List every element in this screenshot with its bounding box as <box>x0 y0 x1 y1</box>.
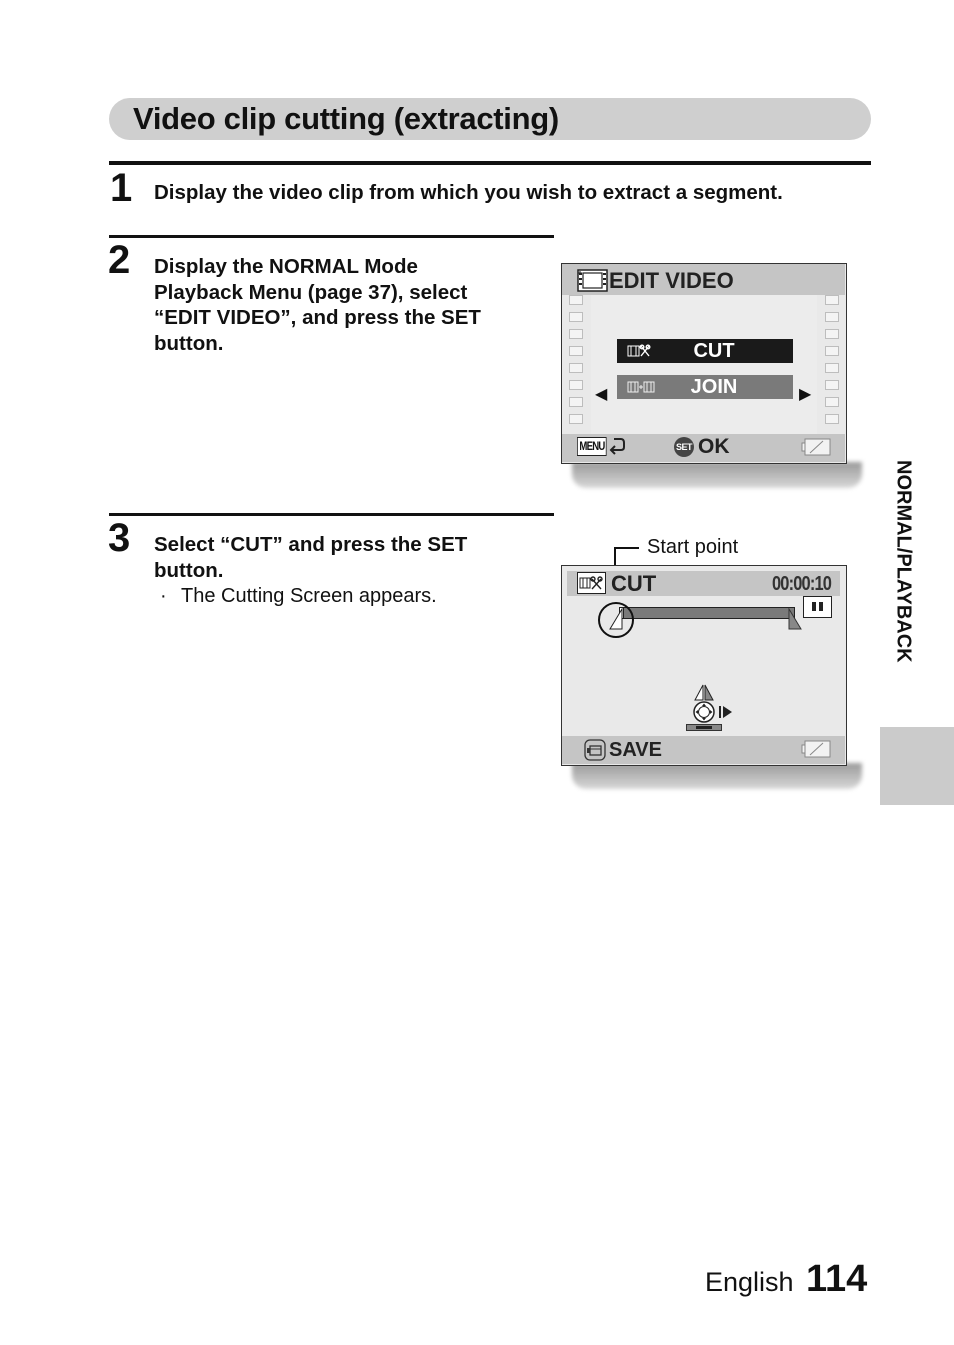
start-point-callout: Start point <box>647 536 739 558</box>
page-title: Video clip cutting (extracting) <box>133 101 559 136</box>
film-hole <box>825 295 839 305</box>
progress-indicator-fill <box>696 726 712 729</box>
step-2-number: 2 <box>108 238 131 282</box>
step-3-number: 3 <box>108 516 131 560</box>
step-2-line: Playback Menu (page 37), select <box>154 280 468 304</box>
film-hole <box>825 414 839 424</box>
film-hole <box>825 329 839 339</box>
language-label: English <box>705 1267 794 1297</box>
end-point-icon[interactable] <box>785 607 803 633</box>
step-1-number: 1 <box>110 166 133 210</box>
step-3-text: Select “CUT” and press the SET button. <box>154 532 467 583</box>
pause-icon <box>812 602 816 611</box>
menu-item-join[interactable]: JOIN <box>617 375 793 399</box>
start-point-highlight-circle <box>598 602 634 638</box>
cut-screen: CUT 00:00:10 SAVE <box>561 565 847 766</box>
film-hole <box>825 380 839 390</box>
return-arrow-icon <box>609 438 625 455</box>
film-hole <box>825 363 839 373</box>
ok-label: OK <box>698 435 730 458</box>
step-1-text: Display the video clip from which you wi… <box>154 181 783 204</box>
menu-item-label: JOIN <box>690 376 738 398</box>
step-2-line: Display the NORMAL Mode <box>154 255 418 278</box>
film-hole <box>569 397 583 407</box>
step-2-divider <box>109 235 554 238</box>
film-strip-right <box>825 293 841 435</box>
bullet-text: The Cutting Screen appears. <box>181 585 437 607</box>
menu-area <box>591 295 817 435</box>
film-edit-icon <box>577 269 608 292</box>
step-3-bullet: · The Cutting Screen appears. <box>160 584 437 609</box>
step-2-text: Display the NORMAL Mode Playback Menu (p… <box>154 254 481 356</box>
screen-shadow <box>572 462 862 488</box>
section-tab-label: NORMAL/PLAYBACK <box>878 460 928 720</box>
screen-title: EDIT VIDEO <box>609 268 734 293</box>
step-3-line: button. <box>154 558 224 582</box>
step-3-divider <box>109 513 554 516</box>
film-hole <box>825 397 839 407</box>
pause-icon-bar <box>819 602 823 611</box>
save-icon[interactable] <box>584 739 606 761</box>
screen-shadow <box>572 763 862 789</box>
bullet-dot: · <box>160 585 167 607</box>
film-hole <box>825 312 839 322</box>
edit-video-screen: EDIT VIDEO CUT JOIN ◀ ▶ MENU SET OK <box>561 263 847 464</box>
menu-button-icon[interactable]: MENU <box>577 437 607 456</box>
progress-indicator <box>686 724 722 731</box>
film-strip-left <box>569 293 585 435</box>
film-hole <box>569 380 583 390</box>
save-label: SAVE <box>609 739 662 761</box>
step-2-line: “EDIT VIDEO”, and press the SET <box>154 306 481 329</box>
frame-advance-icon <box>719 706 732 718</box>
section-tab <box>880 727 954 805</box>
set-button-icon[interactable]: SET <box>674 437 694 457</box>
timeline-bar[interactable] <box>619 607 795 619</box>
film-hole <box>569 414 583 424</box>
film-hole <box>569 363 583 373</box>
film-hole <box>569 295 583 305</box>
step-3-line: Select “CUT” and press the SET <box>154 533 468 556</box>
right-arrow-icon[interactable]: ▶ <box>799 387 811 403</box>
film-hole <box>569 329 583 339</box>
battery-icon <box>801 438 831 456</box>
section-tab-text: NORMAL/PLAYBACK <box>892 460 915 663</box>
timecode: 00:00:10 <box>772 573 832 595</box>
battery-icon <box>801 740 831 758</box>
menu-item-cut[interactable]: CUT <box>617 339 793 363</box>
dpad-icon[interactable] <box>692 701 716 723</box>
step-1-divider <box>109 161 871 165</box>
step-2-line: button. <box>154 331 224 355</box>
pause-button[interactable] <box>803 596 832 618</box>
page-number: 114 <box>806 1258 868 1300</box>
film-scissors-icon <box>577 572 606 594</box>
left-arrow-icon[interactable]: ◀ <box>595 387 607 403</box>
menu-item-label: CUT <box>693 340 735 362</box>
film-hole <box>569 312 583 322</box>
screen-title: CUT <box>611 571 657 596</box>
callout-leader-h <box>614 547 639 549</box>
film-hole <box>825 346 839 356</box>
cut-markers-icon <box>694 684 714 701</box>
film-hole <box>569 346 583 356</box>
